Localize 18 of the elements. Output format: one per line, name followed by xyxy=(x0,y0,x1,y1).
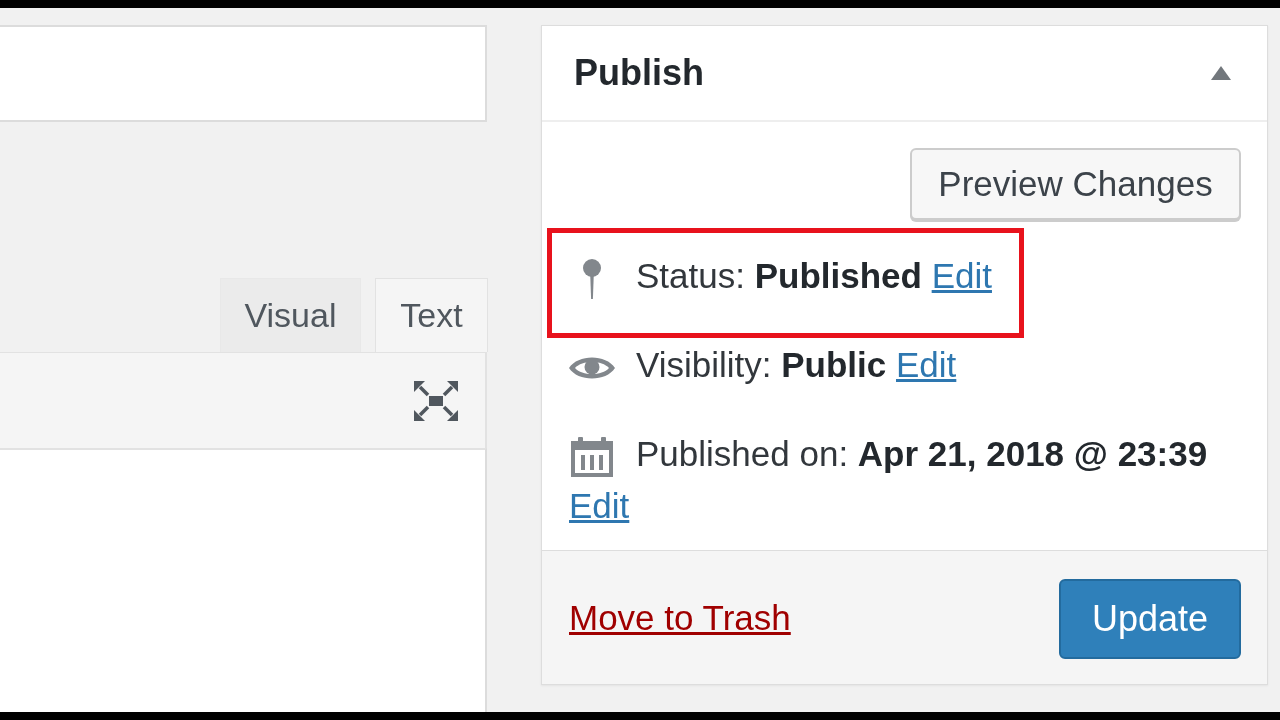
calendar-icon xyxy=(571,436,613,477)
edit-link[interactable]: Edit xyxy=(931,256,992,295)
preview-changes-button[interactable]: Preview Changes xyxy=(910,148,1241,220)
panel-title: Publish xyxy=(574,52,704,94)
status-text: Status: Published xyxy=(636,256,922,295)
publish-date-text: Published on: Apr 21, 2018 @ 23:39 xyxy=(636,434,1208,473)
title-input[interactable] xyxy=(0,25,487,122)
expand-arrows-icon[interactable] xyxy=(414,380,458,421)
editor-field[interactable] xyxy=(0,448,487,712)
pin-icon xyxy=(582,258,602,299)
visibility-text: Visibility: Public xyxy=(636,345,887,384)
move-to-trash-link[interactable]: Move to Trash xyxy=(569,597,791,638)
edit-link[interactable]: Edit xyxy=(569,486,630,525)
editor-tab[interactable]: Text xyxy=(375,278,488,352)
triangle-up-icon[interactable] xyxy=(1211,66,1231,80)
update-button[interactable]: Update xyxy=(1059,578,1241,659)
edit-link[interactable]: Edit xyxy=(896,345,957,384)
editor-tab[interactable]: Visual xyxy=(220,278,361,352)
